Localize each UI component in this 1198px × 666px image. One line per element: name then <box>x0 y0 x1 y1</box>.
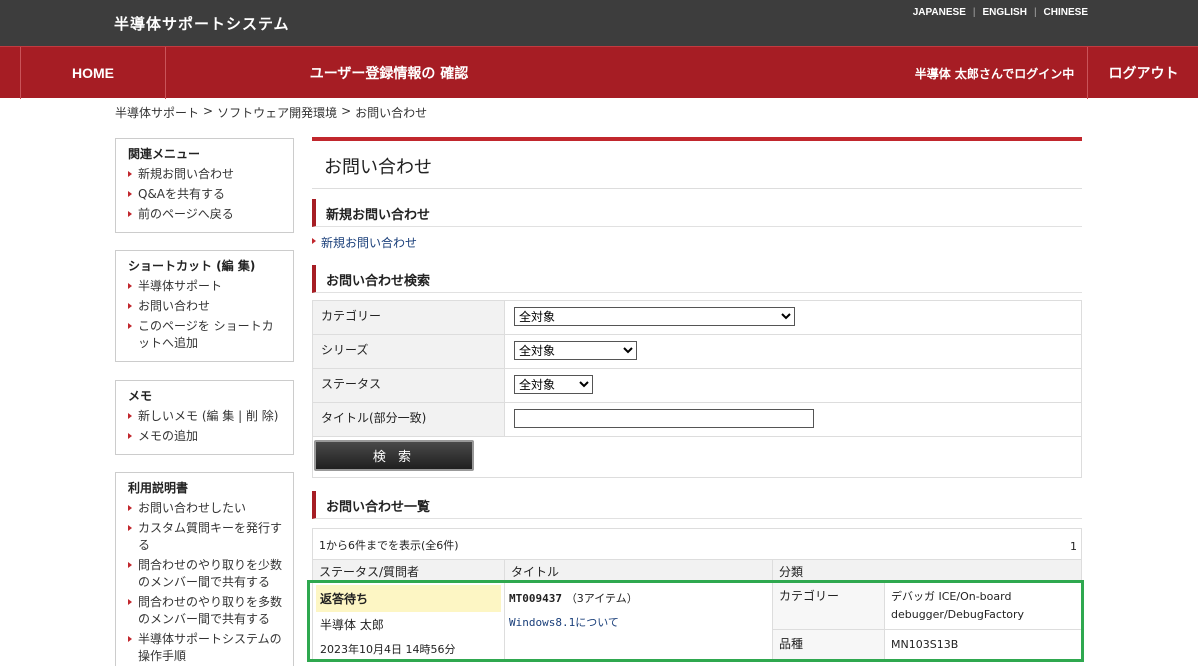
lang-chinese[interactable]: CHINESE <box>1044 7 1088 18</box>
inquiry-date: 2023年10月4日 14時56分 <box>320 643 456 656</box>
status-select[interactable]: 全対象 <box>514 375 593 394</box>
sidebar-item-new-inquiry[interactable]: 新規お問い合わせ <box>128 166 283 183</box>
logout-button[interactable]: ログアウト <box>1089 47 1198 99</box>
section-heading-list: お問い合わせ一覧 <box>312 491 1082 519</box>
sidebar-heading: ショートカット (編 集) <box>128 259 256 273</box>
ticket-id[interactable]: MT009437 <box>509 592 562 605</box>
category-key: カテゴリー <box>773 582 885 629</box>
series-label: シリーズ <box>313 335 505 368</box>
form-row-title: タイトル(部分一致) <box>313 403 1081 437</box>
category-label: カテゴリー <box>313 301 505 334</box>
sidebar-related-menu: 関連メニュー 新規お問い合わせ Q&Aを共有する 前のページへ戻る <box>115 138 294 233</box>
sidebar-item-share-qa[interactable]: Q&Aを共有する <box>128 186 283 203</box>
section-heading-new: 新規お問い合わせ <box>312 199 1082 227</box>
separator: | <box>1033 7 1037 18</box>
language-switcher: JAPANESE | ENGLISH | CHINESE <box>913 7 1088 18</box>
breadcrumb-separator: > <box>203 104 214 118</box>
top-bar: 半導体サポートシステム JAPANESE | ENGLISH | CHINESE <box>0 0 1198 46</box>
sidebar-item-manual[interactable]: カスタム質問キーを発行する <box>128 520 283 554</box>
breadcrumb: 半導体サポート > ソフトウェア開発環境 > お問い合わせ <box>115 104 427 121</box>
form-row-series: シリーズ 全対象 <box>313 335 1081 369</box>
page-number[interactable]: 1 <box>1070 540 1077 553</box>
main-content: お問い合わせ 新規お問い合わせ 新規お問い合わせ お問い合わせ検索 カテゴリー … <box>312 137 1082 662</box>
sidebar-item-semiconductor-support[interactable]: 半導体サポート <box>128 278 283 295</box>
search-form: カテゴリー 全対象 シリーズ 全対象 ステータス 全対象 タイトル(部分一致) … <box>312 300 1082 478</box>
search-button[interactable]: 検 索 <box>314 440 474 471</box>
form-row-category: カテゴリー 全対象 <box>313 301 1081 335</box>
status-label: ステータス <box>313 369 505 402</box>
main-nav: HOME ユーザー登録情報の 確認 半導体 太郎さんでログイン中 ログアウト <box>0 46 1198 99</box>
table-row[interactable]: 返答待ち 半導体 太郎 2023年10月4日 14時56分 MT009437 （… <box>313 581 1081 661</box>
breadcrumb-item[interactable]: 半導体サポート <box>115 104 199 121</box>
category-select[interactable]: 全対象 <box>514 307 795 326</box>
product-value: MN103S13B <box>891 638 959 651</box>
item-count: （3アイテム） <box>565 592 638 605</box>
section-heading-search: お問い合わせ検索 <box>312 265 1082 293</box>
new-inquiry-link[interactable]: 新規お問い合わせ <box>312 234 417 251</box>
lang-japanese[interactable]: JAPANESE <box>913 7 966 18</box>
lang-english[interactable]: ENGLISH <box>982 7 1026 18</box>
separator: | <box>972 7 976 18</box>
header-title: タイトル <box>505 560 773 581</box>
category-value: デバッガ ICE/On-board debugger/DebugFactory <box>891 590 1025 621</box>
result-count: 1から6件までを表示(全6件) <box>319 539 459 552</box>
title-input[interactable] <box>514 409 814 428</box>
sidebar-heading: メモ <box>128 389 153 403</box>
page-title-box: お問い合わせ <box>312 137 1082 189</box>
title-label: タイトル(部分一致) <box>313 403 505 436</box>
ticket-title-link[interactable]: Windows8.1について <box>509 614 768 630</box>
breadcrumb-separator: > <box>341 104 352 118</box>
sidebar-item-back[interactable]: 前のページへ戻る <box>128 206 283 223</box>
sidebar-item-add-shortcut[interactable]: このページを ショートカットへ追加 <box>128 318 283 352</box>
asker-name: 半導体 太郎 <box>320 618 384 632</box>
inquiry-list: 1から6件までを表示(全6件) 1 ステータス/質問者 タイトル 分類 返答待ち… <box>312 528 1082 662</box>
series-select[interactable]: 全対象 <box>514 341 637 360</box>
sidebar-item-inquiry[interactable]: お問い合わせ <box>128 298 283 315</box>
sidebar-item-new-memo[interactable]: 新しいメモ (編 集 | 削 除) <box>128 408 283 425</box>
breadcrumb-current: お問い合わせ <box>355 106 428 120</box>
form-row-status: ステータス 全対象 <box>313 369 1081 403</box>
breadcrumb-item[interactable]: ソフトウェア開発環境 <box>217 104 337 121</box>
nav-home[interactable]: HOME <box>20 47 166 99</box>
sidebar-item-add-memo[interactable]: メモの追加 <box>128 428 283 445</box>
sidebar-heading: 利用説明書 <box>128 481 189 495</box>
page-title: お問い合わせ <box>324 157 432 178</box>
sidebar-shortcut: ショートカット (編 集) 半導体サポート お問い合わせ このページを ショート… <box>115 250 294 362</box>
sidebar-item-manual[interactable]: お問い合わせしたい <box>128 500 283 517</box>
nav-confirm-registration[interactable]: ユーザー登録情報の 確認 <box>166 47 612 99</box>
header-classification: 分類 <box>779 565 804 579</box>
header-status-asker: ステータス/質問者 <box>313 560 505 581</box>
sidebar-item-manual[interactable]: 半導体サポートシステムの操作手順 <box>128 631 283 665</box>
table-header: ステータス/質問者 タイトル 分類 <box>313 559 1081 581</box>
status-badge: 返答待ち <box>316 585 501 612</box>
sidebar-item-manual[interactable]: 問合わせのやり取りを多数のメンバー間で共有する <box>128 594 283 628</box>
sidebar-heading: 関連メニュー <box>128 147 201 161</box>
product-key: 品種 <box>773 630 885 660</box>
sidebar-memo: メモ 新しいメモ (編 集 | 削 除) メモの追加 <box>115 380 294 455</box>
sidebar-manual: 利用説明書 お問い合わせしたい カスタム質問キーを発行する 問合わせのやり取りを… <box>115 472 294 666</box>
result-count-bar: 1から6件までを表示(全6件) 1 <box>313 529 1081 559</box>
site-title[interactable]: 半導体サポートシステム <box>114 13 290 34</box>
sidebar-item-manual[interactable]: 問合わせのやり取りを少数のメンバー間で共有する <box>128 557 283 591</box>
login-status: 半導体 太郎さんでログイン中 <box>902 47 1088 99</box>
